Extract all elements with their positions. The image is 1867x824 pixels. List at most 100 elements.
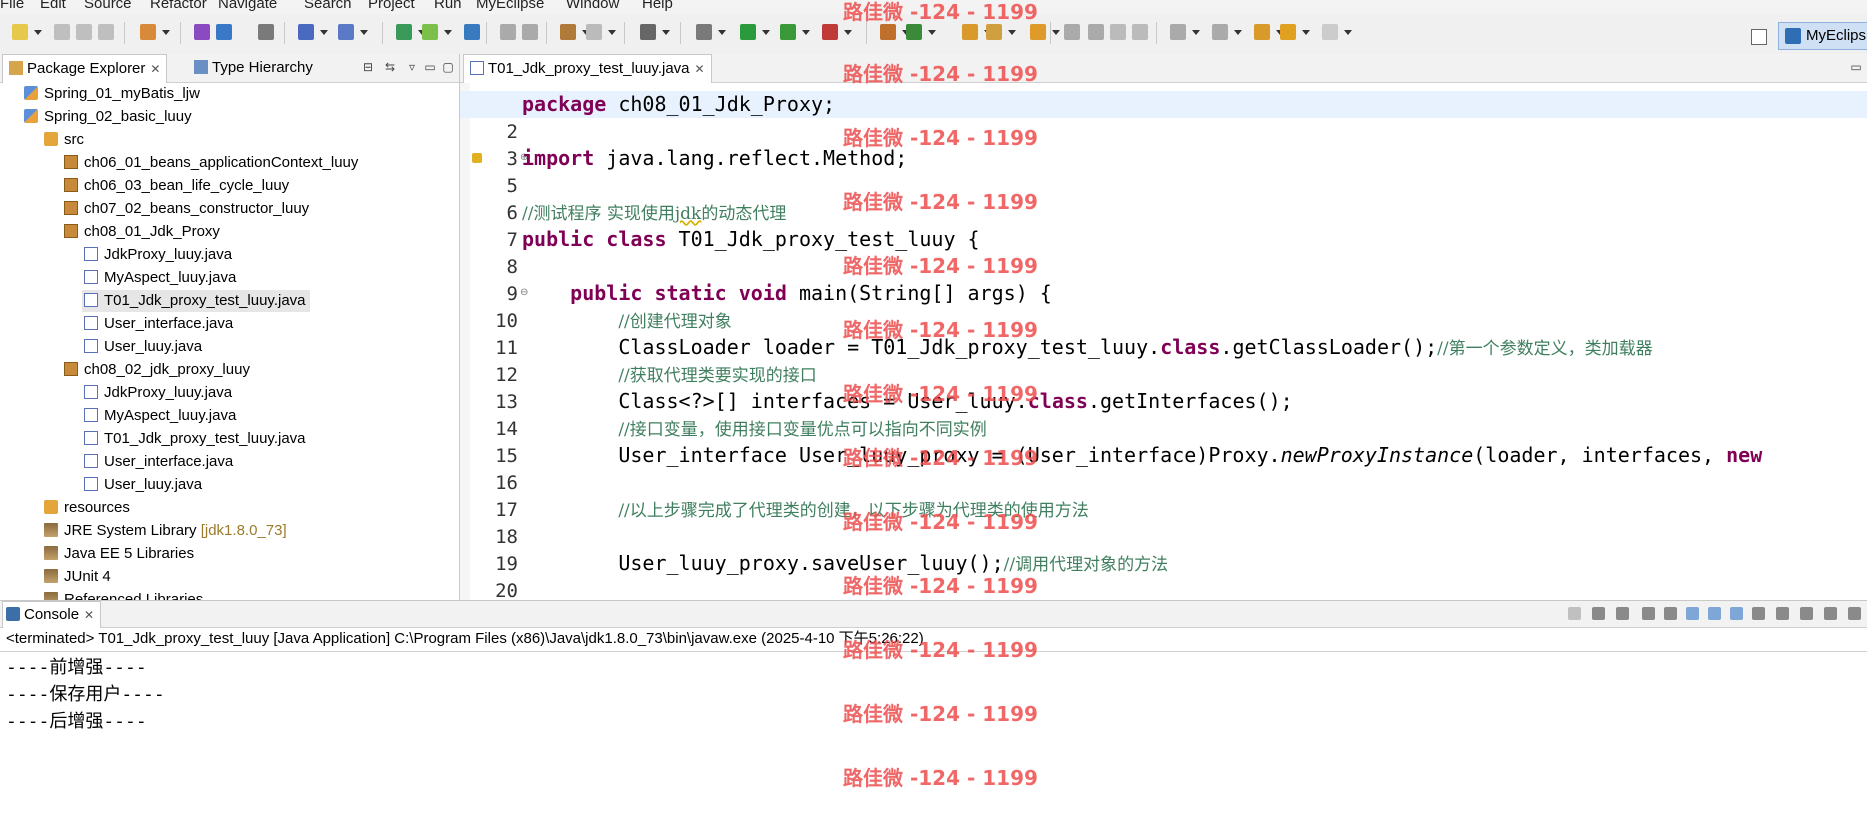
- terminate-icon[interactable]: [1568, 607, 1581, 620]
- tree-item[interactable]: ch06_01_beans_applicationContext_luuy: [62, 152, 362, 174]
- dropdown-arrow-icon[interactable]: [762, 30, 770, 35]
- code-line[interactable]: public static void main(String[] args) {: [522, 280, 1867, 307]
- remove-launch-icon[interactable]: [1592, 607, 1605, 620]
- tree-item[interactable]: Spring_01_myBatis_ljw: [22, 83, 204, 105]
- menu-search[interactable]: Search: [304, 0, 352, 12]
- code-line[interactable]: //以上步骤完成了代理类的创建，以下步骤为代理类的使用方法: [522, 496, 1867, 523]
- tree-item[interactable]: T01_Jdk_proxy_test_luuy.java: [82, 428, 310, 450]
- menu-source[interactable]: Source: [84, 0, 132, 12]
- toggle-icon[interactable]: [500, 24, 516, 40]
- debug-perspective-icon[interactable]: [194, 24, 210, 40]
- dropdown-arrow-icon[interactable]: [802, 30, 810, 35]
- next-annotation-icon[interactable]: [1170, 24, 1186, 40]
- tree-item[interactable]: Referenced Libraries: [42, 589, 207, 600]
- tree-item[interactable]: JdkProxy_luuy.java: [82, 382, 236, 404]
- new-wizard-icon[interactable]: [140, 24, 156, 40]
- tree-item[interactable]: User_luuy.java: [82, 336, 206, 358]
- code-line[interactable]: //接口变量，使用接口变量优点可以指向不同实例: [522, 415, 1867, 442]
- open-type-icon[interactable]: [338, 24, 354, 40]
- tree-item[interactable]: JRE System Library [jdk1.8.0_73]: [42, 520, 291, 542]
- tree-item[interactable]: User_luuy.java: [82, 474, 206, 496]
- tree-item[interactable]: User_interface.java: [82, 313, 237, 335]
- code-line[interactable]: import java.lang.reflect.Method;: [522, 145, 1867, 172]
- tree-item[interactable]: ch08_02_jdk_proxy_luuy: [62, 359, 254, 381]
- code-line[interactable]: Class<?>[] interfaces = User_luuy.class.…: [522, 388, 1867, 415]
- dropdown-arrow-icon[interactable]: [320, 30, 328, 35]
- menu-window[interactable]: Window: [566, 0, 619, 12]
- markers-icon[interactable]: [522, 24, 538, 40]
- web-browser-icon[interactable]: [464, 24, 480, 40]
- build-icon[interactable]: [560, 24, 576, 40]
- tree-item[interactable]: src: [42, 129, 88, 151]
- tree-item[interactable]: Java EE 5 Libraries: [42, 543, 198, 565]
- dropdown-arrow-icon[interactable]: [1192, 30, 1200, 35]
- format-icon[interactable]: [1088, 24, 1104, 40]
- dropdown-arrow-icon[interactable]: [360, 30, 368, 35]
- back-icon[interactable]: [1280, 24, 1296, 40]
- code-line[interactable]: ClassLoader loader = T01_Jdk_proxy_test_…: [522, 334, 1867, 361]
- collapse-all-icon[interactable]: ⊟: [362, 61, 374, 73]
- minimize-icon[interactable]: [1824, 607, 1837, 620]
- tree-item[interactable]: JdkProxy_luuy.java: [82, 244, 236, 266]
- menu-help[interactable]: Help: [642, 0, 673, 12]
- perspective-button[interactable]: MyEclips: [1778, 22, 1867, 50]
- code-line[interactable]: [522, 253, 1867, 280]
- view-menu-icon[interactable]: ▿: [406, 61, 418, 73]
- search-icon[interactable]: [298, 24, 314, 40]
- link-with-editor-icon[interactable]: ⇆: [384, 61, 396, 73]
- code-line[interactable]: package ch08_01_Jdk_Proxy;: [460, 91, 1867, 118]
- show-stdout-icon[interactable]: [1686, 607, 1699, 620]
- tree-item[interactable]: MyAspect_luuy.java: [82, 405, 240, 427]
- menu-file[interactable]: File: [0, 0, 24, 12]
- edit-icon[interactable]: [986, 24, 1002, 40]
- coverage-icon[interactable]: [780, 24, 796, 40]
- dropdown-arrow-icon[interactable]: [844, 30, 852, 35]
- tree-item[interactable]: MyAspect_luuy.java: [82, 267, 240, 289]
- remove-all-icon[interactable]: [1616, 607, 1629, 620]
- tab-editor-file[interactable]: T01_Jdk_proxy_test_luuy.java ✕: [463, 54, 712, 83]
- code-line[interactable]: [522, 469, 1867, 496]
- editor-maximize-icon[interactable]: ▭: [1850, 61, 1862, 73]
- menu-myeclipse[interactable]: MyEclipse: [476, 0, 544, 12]
- code-line[interactable]: [522, 577, 1867, 600]
- tree-item[interactable]: resources: [42, 497, 134, 519]
- dropdown-arrow-icon[interactable]: [928, 30, 936, 35]
- code-line[interactable]: //获取代理类要实现的接口: [522, 361, 1867, 388]
- dropdown-arrow-icon[interactable]: [1302, 30, 1310, 35]
- run-icon[interactable]: [740, 24, 756, 40]
- bookmark-icon[interactable]: [1030, 24, 1046, 40]
- close-icon[interactable]: ✕: [84, 602, 94, 628]
- menu-run[interactable]: Run: [434, 0, 462, 12]
- tab-type-hierarchy[interactable]: Type Hierarchy: [188, 54, 313, 82]
- menu-refactor[interactable]: Refactor: [150, 0, 207, 12]
- code-line[interactable]: //测试程序 实现使用jdk的动态代理: [522, 199, 1867, 226]
- new-java-project-icon[interactable]: [880, 24, 896, 40]
- tree-item[interactable]: T01_Jdk_proxy_test_luuy.java: [82, 290, 310, 312]
- run-server-icon[interactable]: [422, 24, 438, 40]
- dropdown-arrow-icon[interactable]: [1008, 30, 1016, 35]
- tree-item[interactable]: Spring_02_basic_luuy: [22, 106, 196, 128]
- print-icon[interactable]: [98, 24, 114, 40]
- open-perspective-icon[interactable]: [1751, 29, 1767, 45]
- open-folder-icon[interactable]: [962, 24, 978, 40]
- warning-icon[interactable]: [472, 153, 482, 163]
- dropdown-arrow-icon[interactable]: [718, 30, 726, 35]
- tree-item[interactable]: ch07_02_beans_constructor_luuy: [62, 198, 313, 220]
- code-line[interactable]: [522, 523, 1867, 550]
- save-icon[interactable]: [54, 24, 70, 40]
- code-line[interactable]: public class T01_Jdk_proxy_test_luuy {: [522, 226, 1867, 253]
- run-config-icon[interactable]: [396, 24, 412, 40]
- tab-package-explorer[interactable]: Package Explorer ✕: [2, 54, 168, 83]
- minimize-icon[interactable]: ▭: [424, 61, 436, 73]
- view-menu-icon[interactable]: [1800, 607, 1813, 620]
- tree-item[interactable]: User_interface.java: [82, 451, 237, 473]
- word-wrap-icon[interactable]: [1664, 607, 1677, 620]
- block-icon[interactable]: [1110, 24, 1126, 40]
- code-line[interactable]: User_luuy_proxy.saveUser_luuy();//调用代理对象…: [522, 550, 1867, 577]
- tree-item[interactable]: JUnit 4: [42, 566, 115, 588]
- menu-navigate[interactable]: Navigate: [218, 0, 277, 12]
- dropdown-arrow-icon[interactable]: [662, 30, 670, 35]
- comment-icon[interactable]: [1064, 24, 1080, 40]
- menu-edit[interactable]: Edit: [40, 0, 66, 12]
- forward-icon[interactable]: [1322, 24, 1338, 40]
